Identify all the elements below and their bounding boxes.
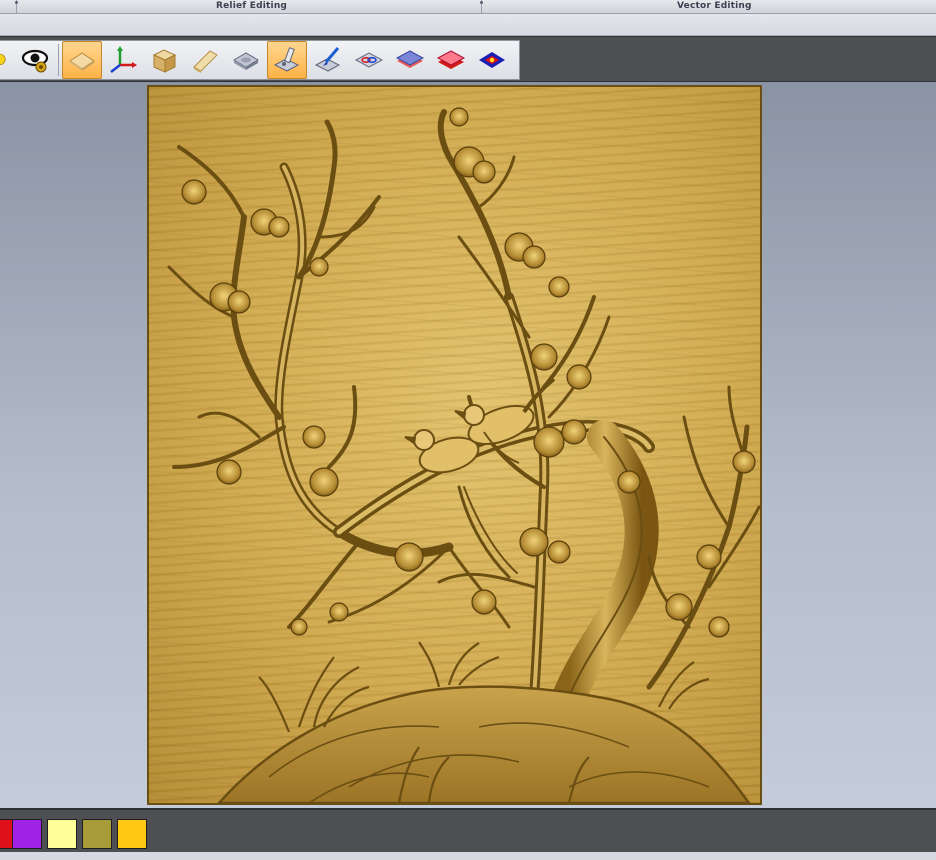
lighting-button[interactable] <box>0 41 14 79</box>
axes-button[interactable] <box>103 41 143 79</box>
eye-icon <box>21 49 49 73</box>
3d-view[interactable] <box>0 82 936 808</box>
material-block-icon <box>152 49 177 73</box>
rock-mound <box>217 685 751 803</box>
sculpt-button[interactable] <box>267 41 307 79</box>
relief-layer-button[interactable] <box>226 41 266 79</box>
plum-blossom-bird-relief <box>167 107 760 803</box>
color-swatch[interactable] <box>47 819 77 849</box>
color-select-button[interactable] <box>349 41 389 79</box>
sculpt-tool-icon <box>273 47 300 72</box>
panel-separator <box>15 0 18 14</box>
panel-header-strip: Relief Editing Vector Editing <box>0 0 936 14</box>
flat-area-icon <box>479 52 505 68</box>
relief-toolbar <box>0 40 520 80</box>
red-layer-icon <box>436 50 466 69</box>
relief-editing-panel-title[interactable]: Relief Editing <box>216 1 287 11</box>
axes-icon <box>110 46 137 73</box>
relief-plane-icon <box>69 52 95 71</box>
view-options-button[interactable] <box>15 41 55 79</box>
extrude-icon <box>193 50 218 73</box>
relief-layer-icon <box>233 52 259 70</box>
status-strip <box>0 852 936 860</box>
relief-plane-button[interactable] <box>62 41 102 79</box>
wood-relief-panel[interactable] <box>147 85 762 805</box>
bulb-icon <box>0 53 6 66</box>
color-layer-button[interactable] <box>431 41 471 79</box>
paint-button[interactable] <box>308 41 348 79</box>
extrude-button[interactable] <box>185 41 225 79</box>
color-swatch[interactable] <box>117 819 147 849</box>
color-swatch[interactable] <box>82 819 112 849</box>
color-swatch[interactable] <box>12 819 42 849</box>
paint-brush-icon <box>314 47 341 72</box>
shade-button[interactable] <box>390 41 430 79</box>
flat-area-button[interactable] <box>472 41 512 79</box>
toolbar-divider <box>58 44 59 76</box>
color-select-icon <box>354 52 384 68</box>
toolbar-row <box>0 36 936 82</box>
shade-layer-icon <box>395 50 425 68</box>
panel-separator <box>480 0 483 14</box>
ribbon-spacer <box>0 14 936 36</box>
vector-editing-panel-title[interactable]: Vector Editing <box>677 1 752 11</box>
material-block-button[interactable] <box>144 41 184 79</box>
